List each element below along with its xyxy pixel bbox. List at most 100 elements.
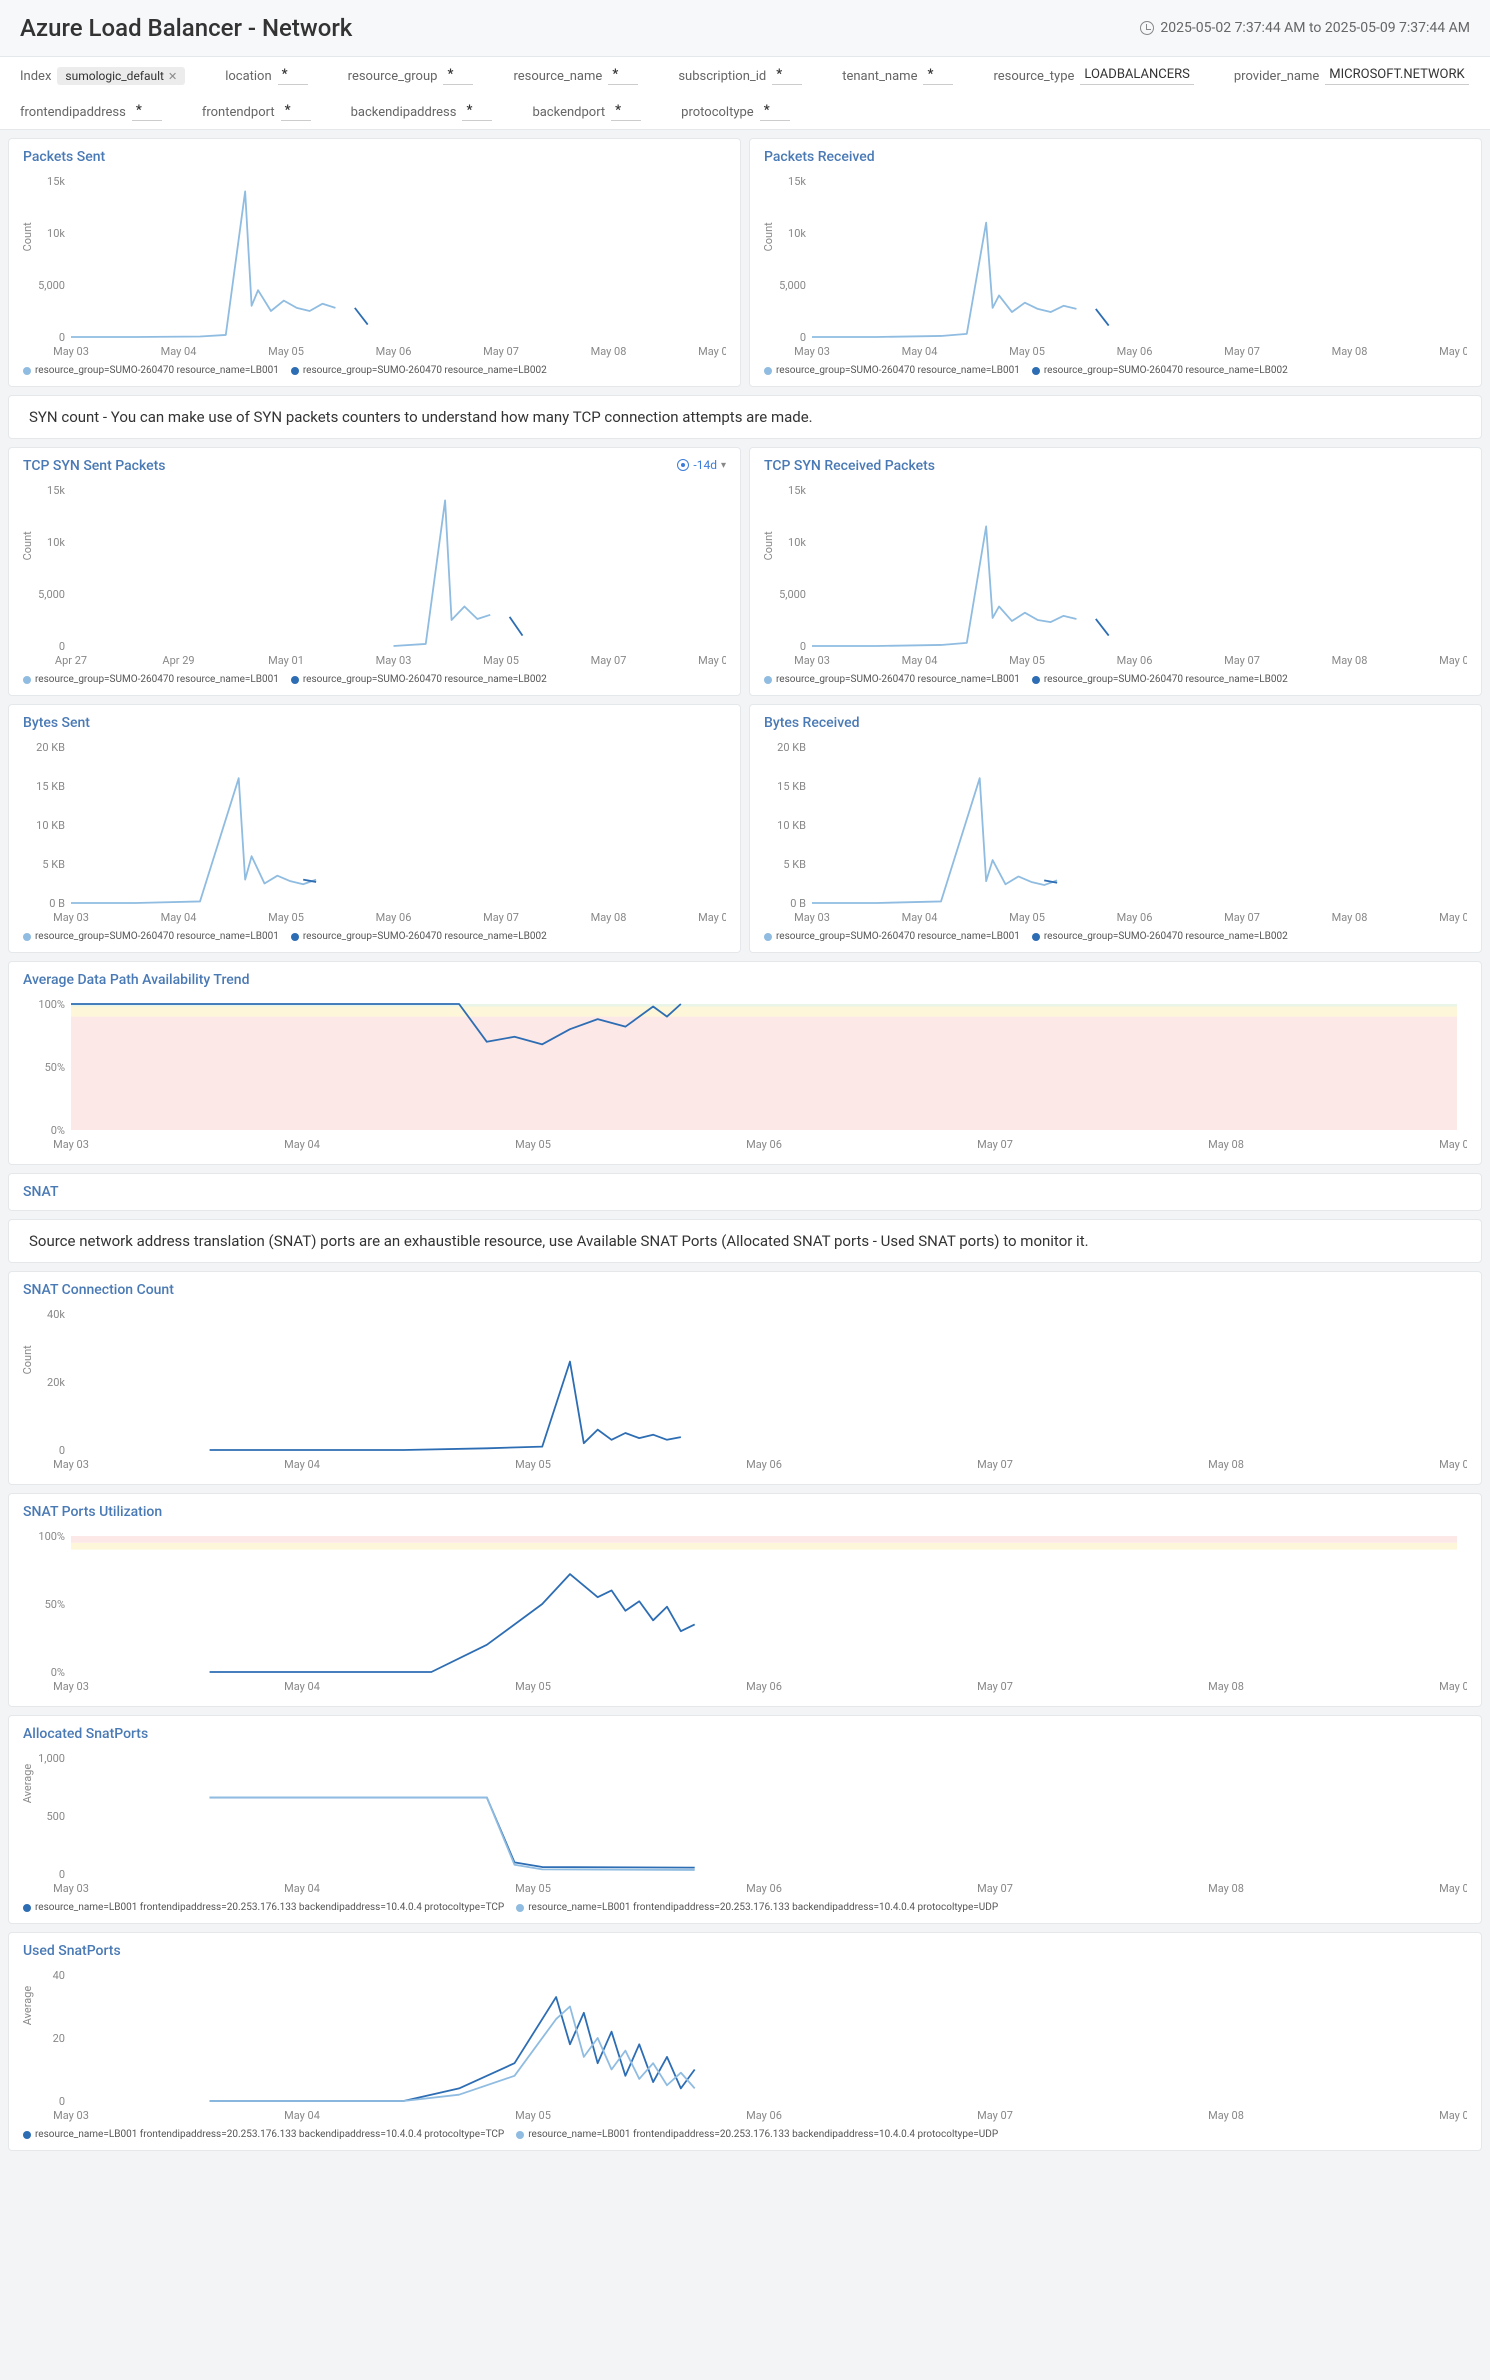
page-title: Azure Load Balancer - Network <box>20 14 352 42</box>
legend-item[interactable]: resource_group=SUMO-260470 resource_name… <box>291 674 547 685</box>
filter-frontendport[interactable]: frontendport* <box>202 103 311 121</box>
filter-value[interactable]: LOADBALANCERS <box>1080 67 1193 85</box>
svg-text:0 B: 0 B <box>790 897 806 910</box>
legend-label: resource_group=SUMO-260470 resource_name… <box>35 674 279 685</box>
filter-subscription-id[interactable]: subscription_id* <box>678 67 802 85</box>
svg-text:May 03: May 03 <box>53 2109 89 2122</box>
legend-dot-icon <box>291 933 299 941</box>
filter-value[interactable]: * <box>278 67 308 85</box>
legend-item[interactable]: resource_name=LB001 frontendipaddress=20… <box>516 1902 998 1913</box>
svg-text:May 06: May 06 <box>746 1680 782 1693</box>
remove-icon[interactable]: ✕ <box>168 70 177 83</box>
legend: resource_group=SUMO-260470 resource_name… <box>764 365 1467 376</box>
legend-item[interactable]: resource_group=SUMO-260470 resource_name… <box>1032 674 1288 685</box>
svg-text:May 04: May 04 <box>284 2109 320 2122</box>
svg-text:0: 0 <box>59 331 65 344</box>
legend-item[interactable]: resource_group=SUMO-260470 resource_name… <box>1032 931 1288 942</box>
svg-text:May 09: May 09 <box>698 345 726 358</box>
panel-title: Bytes Sent <box>23 715 726 731</box>
legend-dot-icon <box>516 2131 524 2139</box>
svg-text:May 04: May 04 <box>284 1138 320 1151</box>
filter-backendport[interactable]: backendport* <box>532 103 641 121</box>
filter-value[interactable]: * <box>443 67 473 85</box>
filter-provider-name[interactable]: provider_name MICROSOFT.NETWORK <box>1234 67 1469 85</box>
chart-svg: 0 B5 KB10 KB15 KB20 KBMay 03May 04May 05… <box>764 737 1467 927</box>
svg-text:May 04: May 04 <box>284 1882 320 1895</box>
legend-item[interactable]: resource_group=SUMO-260470 resource_name… <box>764 674 1020 685</box>
svg-text:5 KB: 5 KB <box>783 858 806 871</box>
panel-title: Average Data Path Availability Trend <box>23 972 1467 988</box>
svg-text:10 KB: 10 KB <box>36 819 65 832</box>
svg-text:May 03: May 03 <box>53 1882 89 1895</box>
legend-item[interactable]: resource_group=SUMO-260470 resource_name… <box>291 931 547 942</box>
chart-svg: 0 B5 KB10 KB15 KB20 KBMay 03May 04May 05… <box>23 737 726 927</box>
compare-badge[interactable]: -14d▾ <box>677 458 726 472</box>
svg-text:May 05: May 05 <box>1009 911 1045 924</box>
filter-value[interactable]: * <box>608 67 638 85</box>
legend-label: resource_group=SUMO-260470 resource_name… <box>303 365 547 376</box>
filter-chip[interactable]: sumologic_default ✕ <box>57 67 185 85</box>
svg-text:40: 40 <box>53 1969 65 1982</box>
chart-svg: 05001,000May 03May 04May 05May 06May 07M… <box>23 1748 1467 1898</box>
filter-protocoltype[interactable]: protocoltype* <box>681 103 790 121</box>
legend-label: resource_group=SUMO-260470 resource_name… <box>35 931 279 942</box>
filter-label: resource_name <box>513 69 602 84</box>
filter-value[interactable]: * <box>462 103 492 121</box>
svg-text:10 KB: 10 KB <box>777 819 806 832</box>
time-range[interactable]: 2025-05-02 7:37:44 AM to 2025-05-09 7:37… <box>1140 20 1470 36</box>
legend: resource_group=SUMO-260470 resource_name… <box>764 674 1467 685</box>
filter-tenant-name[interactable]: tenant_name * <box>842 67 953 85</box>
legend-item[interactable]: resource_group=SUMO-260470 resource_name… <box>1032 365 1288 376</box>
filter-Index[interactable]: Indexsumologic_default ✕ <box>20 67 185 85</box>
svg-text:15k: 15k <box>47 484 65 497</box>
chart-svg: 05,00010k15kApr 27Apr 29May 01May 03May … <box>23 480 726 670</box>
filter-resource-group[interactable]: resource_group * <box>348 67 474 85</box>
filter-value[interactable]: * <box>281 103 311 121</box>
filter-resource-name[interactable]: resource_name * <box>513 67 638 85</box>
panel-title: Packets Sent <box>23 149 726 165</box>
legend-item[interactable]: resource_group=SUMO-260470 resource_name… <box>23 674 279 685</box>
legend-item[interactable]: resource_name=LB001 frontendipaddress=20… <box>23 2129 504 2140</box>
legend-item[interactable]: resource_group=SUMO-260470 resource_name… <box>23 931 279 942</box>
panel-title: Allocated SnatPorts <box>23 1726 1467 1742</box>
filter-label: resource_group <box>348 69 438 84</box>
filter-label: tenant_name <box>842 69 917 84</box>
panel-bytes-sent: Bytes Sent 0 B5 KB10 KB15 KB20 KBMay 03Ma… <box>8 704 741 953</box>
filter-label: provider_name <box>1234 69 1319 84</box>
filter-resource-type[interactable]: resource_typeLOADBALANCERS <box>993 67 1193 85</box>
filter-frontendipaddress[interactable]: frontendipaddress* <box>20 103 162 121</box>
svg-text:May 03: May 03 <box>53 1680 89 1693</box>
svg-text:May 06: May 06 <box>376 345 412 358</box>
svg-text:May 06: May 06 <box>746 1458 782 1471</box>
clock-icon <box>1140 21 1154 35</box>
legend-dot-icon <box>291 676 299 684</box>
filter-value[interactable]: * <box>132 103 162 121</box>
filter-backendipaddress[interactable]: backendipaddress* <box>351 103 493 121</box>
syn-description: SYN count - You can make use of SYN pack… <box>8 395 1482 439</box>
legend-item[interactable]: resource_group=SUMO-260470 resource_name… <box>764 365 1020 376</box>
svg-text:May 03: May 03 <box>794 345 830 358</box>
filter-location[interactable]: location* <box>225 67 307 85</box>
header: Azure Load Balancer - Network 2025-05-02… <box>0 0 1490 57</box>
legend-item[interactable]: resource_group=SUMO-260470 resource_name… <box>23 365 279 376</box>
svg-text:May 07: May 07 <box>1224 654 1260 667</box>
y-axis-label: Count <box>762 222 775 251</box>
panel-title: Used SnatPorts <box>23 1943 1467 1959</box>
legend-dot-icon <box>516 1904 524 1912</box>
filter-value[interactable]: * <box>923 67 953 85</box>
legend-item[interactable]: resource_group=SUMO-260470 resource_name… <box>764 931 1020 942</box>
legend-item[interactable]: resource_name=LB001 frontendipaddress=20… <box>516 2129 998 2140</box>
legend-dot-icon <box>1032 676 1040 684</box>
svg-text:50%: 50% <box>45 1061 65 1074</box>
filter-value[interactable]: * <box>611 103 641 121</box>
svg-text:10k: 10k <box>47 227 65 240</box>
legend-dot-icon <box>23 933 31 941</box>
panel-bytes-received: Bytes Received0 B5 KB10 KB15 KB20 KBMay … <box>749 704 1482 953</box>
filter-value[interactable]: * <box>772 67 802 85</box>
svg-text:May 08: May 08 <box>1332 345 1368 358</box>
filter-value[interactable]: * <box>760 103 790 121</box>
panel-title: TCP SYN Received Packets <box>764 458 1467 474</box>
filter-value[interactable]: MICROSOFT.NETWORK <box>1325 67 1468 85</box>
legend-item[interactable]: resource_group=SUMO-260470 resource_name… <box>291 365 547 376</box>
legend-item[interactable]: resource_name=LB001 frontendipaddress=20… <box>23 1902 504 1913</box>
